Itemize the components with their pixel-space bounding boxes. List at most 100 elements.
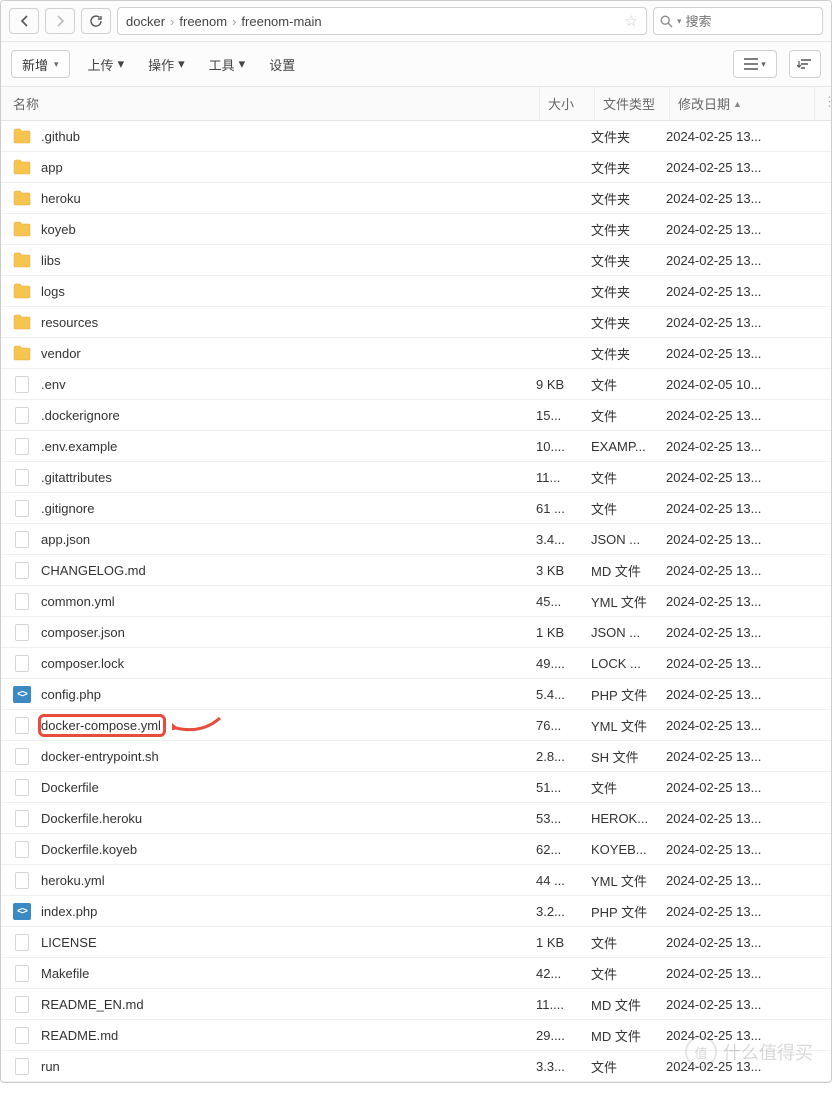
file-row[interactable]: koyeb文件夹2024-02-25 13... <box>1 214 831 245</box>
breadcrumb[interactable]: docker › freenom › freenom-main ☆ <box>117 7 647 35</box>
file-row[interactable]: CHANGELOG.md3 KBMD 文件2024-02-25 13... <box>1 555 831 586</box>
file-row[interactable]: <>config.php5.4...PHP 文件2024-02-25 13... <box>1 679 831 710</box>
file-type: MD 文件 <box>591 995 666 1014</box>
file-type: YML 文件 <box>591 871 666 890</box>
column-type[interactable]: 文件类型 <box>595 87 670 120</box>
file-row[interactable]: resources文件夹2024-02-25 13... <box>1 307 831 338</box>
file-name: .gitattributes <box>41 470 112 485</box>
file-row[interactable]: app文件夹2024-02-25 13... <box>1 152 831 183</box>
file-row[interactable]: .dockerignore15...文件2024-02-25 13... <box>1 400 831 431</box>
file-row[interactable]: app.json3.4...JSON ...2024-02-25 13... <box>1 524 831 555</box>
file-size: 11... <box>536 470 591 485</box>
file-row[interactable]: .github文件夹2024-02-25 13... <box>1 121 831 152</box>
file-date: 2024-02-25 13... <box>666 1028 823 1043</box>
file-row[interactable]: Makefile42...文件2024-02-25 13... <box>1 958 831 989</box>
file-date: 2024-02-25 13... <box>666 191 823 206</box>
view-list-button[interactable]: ▾ <box>733 50 777 78</box>
file-type: 文件夹 <box>591 220 666 239</box>
file-date: 2024-02-25 13... <box>666 222 823 237</box>
file-icon <box>13 1026 31 1044</box>
file-type: 文件 <box>591 406 666 425</box>
column-size[interactable]: 大小 <box>540 87 595 120</box>
file-row[interactable]: docker-entrypoint.sh2.8...SH 文件2024-02-2… <box>1 741 831 772</box>
breadcrumb-segment[interactable]: docker <box>126 14 165 29</box>
search-box[interactable]: ▾ <box>653 7 823 35</box>
file-type: YML 文件 <box>591 592 666 611</box>
file-name: app <box>41 160 63 175</box>
file-type: 文件夹 <box>591 158 666 177</box>
folder-icon <box>13 158 31 176</box>
file-icon <box>13 716 31 734</box>
settings-button[interactable]: 设置 <box>263 55 301 74</box>
file-name: config.php <box>41 687 101 702</box>
column-name[interactable]: 名称 <box>1 87 540 120</box>
file-row[interactable]: .gitignore61 ...文件2024-02-25 13... <box>1 493 831 524</box>
new-button[interactable]: 新增▾ <box>11 50 70 78</box>
file-date: 2024-02-25 13... <box>666 811 823 826</box>
folder-icon <box>13 127 31 145</box>
file-size: 42... <box>536 966 591 981</box>
file-row[interactable]: run3.3...文件2024-02-25 13... <box>1 1051 831 1082</box>
file-date: 2024-02-25 13... <box>666 501 823 516</box>
file-row[interactable]: composer.json1 KBJSON ...2024-02-25 13..… <box>1 617 831 648</box>
file-row[interactable]: docker-compose.yml76...YML 文件2024-02-25 … <box>1 710 831 741</box>
file-name: README_EN.md <box>41 997 144 1012</box>
file-row[interactable]: Dockerfile51...文件2024-02-25 13... <box>1 772 831 803</box>
file-name: .gitignore <box>41 501 94 516</box>
folder-icon <box>13 220 31 238</box>
upload-button[interactable]: 上传▾ <box>82 55 131 74</box>
file-icon <box>13 530 31 548</box>
file-name: index.php <box>41 904 97 919</box>
refresh-icon <box>89 14 103 28</box>
file-row[interactable]: Dockerfile.koyeb62...KOYEB...2024-02-25 … <box>1 834 831 865</box>
file-name: .env <box>41 377 66 392</box>
nav-forward-button[interactable] <box>45 8 75 34</box>
tool-button[interactable]: 工具▾ <box>203 55 252 74</box>
file-type: 文件 <box>591 778 666 797</box>
breadcrumb-segment[interactable]: freenom <box>179 14 227 29</box>
sort-button[interactable] <box>789 50 821 78</box>
file-name: run <box>41 1059 60 1074</box>
file-type: MD 文件 <box>591 561 666 580</box>
file-row[interactable]: LICENSE1 KB文件2024-02-25 13... <box>1 927 831 958</box>
action-button[interactable]: 操作▾ <box>142 55 191 74</box>
file-row[interactable]: .gitattributes11...文件2024-02-25 13... <box>1 462 831 493</box>
file-row[interactable]: README_EN.md11....MD 文件2024-02-25 13... <box>1 989 831 1020</box>
file-row[interactable]: <>index.php3.2...PHP 文件2024-02-25 13... <box>1 896 831 927</box>
code-file-icon: <> <box>13 902 31 920</box>
file-row[interactable]: composer.lock49....LOCK ...2024-02-25 13… <box>1 648 831 679</box>
file-row[interactable]: .env.example10....EXAMP...2024-02-25 13.… <box>1 431 831 462</box>
file-row[interactable]: vendor文件夹2024-02-25 13... <box>1 338 831 369</box>
file-size: 62... <box>536 842 591 857</box>
file-size: 76... <box>536 718 591 733</box>
file-row[interactable]: libs文件夹2024-02-25 13... <box>1 245 831 276</box>
file-icon <box>13 623 31 641</box>
file-row[interactable]: .env9 KB文件2024-02-05 10... <box>1 369 831 400</box>
file-icon <box>13 499 31 517</box>
file-row[interactable]: logs文件夹2024-02-25 13... <box>1 276 831 307</box>
file-date: 2024-02-25 13... <box>666 935 823 950</box>
refresh-button[interactable] <box>81 8 111 34</box>
column-more[interactable]: ⋮ <box>815 87 831 120</box>
file-date: 2024-02-25 13... <box>666 656 823 671</box>
chevron-right-icon: › <box>232 14 236 29</box>
search-input[interactable] <box>686 14 816 29</box>
star-icon[interactable]: ☆ <box>625 12 638 30</box>
file-row[interactable]: common.yml45...YML 文件2024-02-25 13... <box>1 586 831 617</box>
nav-back-button[interactable] <box>9 8 39 34</box>
file-type: 文件夹 <box>591 344 666 363</box>
folder-icon <box>13 189 31 207</box>
file-type: 文件夹 <box>591 189 666 208</box>
file-row[interactable]: README.md29....MD 文件2024-02-25 13... <box>1 1020 831 1051</box>
file-date: 2024-02-25 13... <box>666 253 823 268</box>
sort-asc-icon: ▲ <box>733 99 742 109</box>
file-row[interactable]: Dockerfile.heroku53...HEROK...2024-02-25… <box>1 803 831 834</box>
file-date: 2024-02-25 13... <box>666 439 823 454</box>
file-name: heroku.yml <box>41 873 105 888</box>
file-row[interactable]: heroku文件夹2024-02-25 13... <box>1 183 831 214</box>
chevron-right-icon: › <box>170 14 174 29</box>
file-row[interactable]: heroku.yml44 ...YML 文件2024-02-25 13... <box>1 865 831 896</box>
file-name: composer.lock <box>41 656 124 671</box>
column-date[interactable]: 修改日期▲ <box>670 87 815 120</box>
breadcrumb-segment[interactable]: freenom-main <box>241 14 321 29</box>
